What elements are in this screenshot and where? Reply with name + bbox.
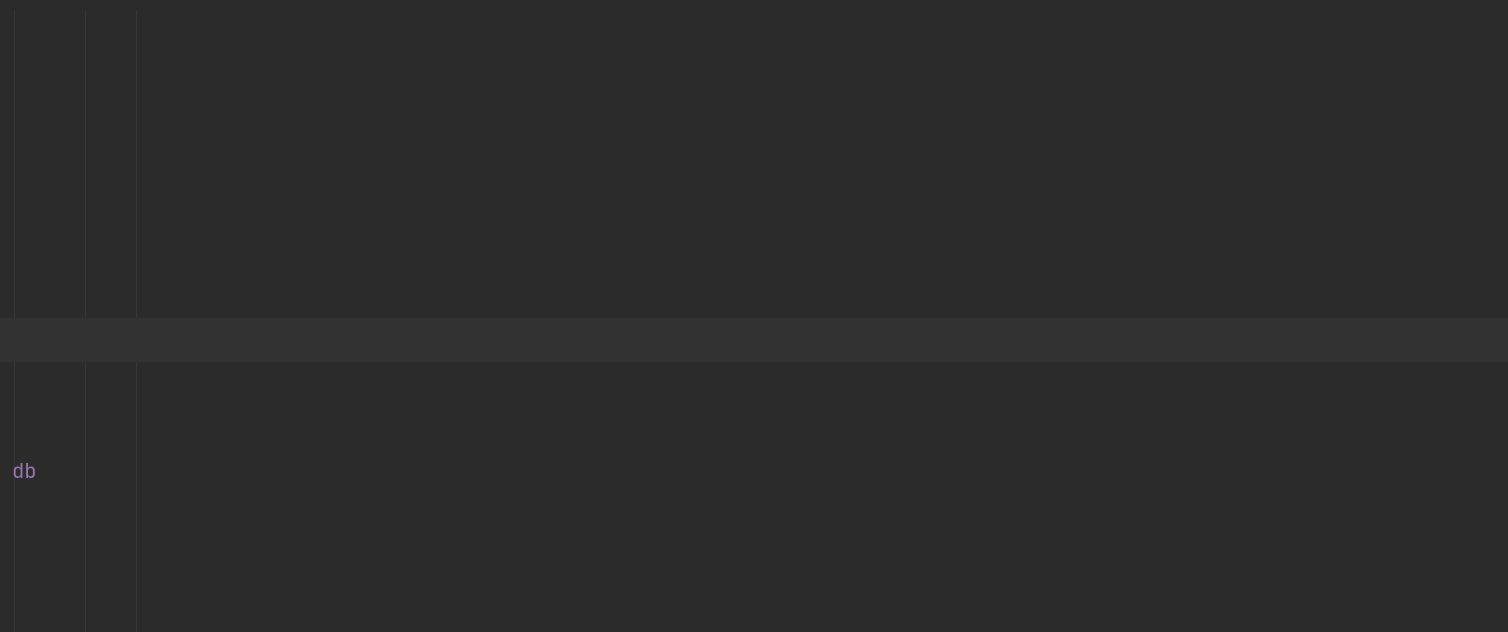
token-field: db — [12, 458, 37, 485]
current-line-highlight — [0, 318, 1508, 362]
code-editor[interactable]: db .collection( collectionPath: "Users")… — [0, 0, 1508, 632]
code-line[interactable]: db — [12, 450, 1508, 494]
